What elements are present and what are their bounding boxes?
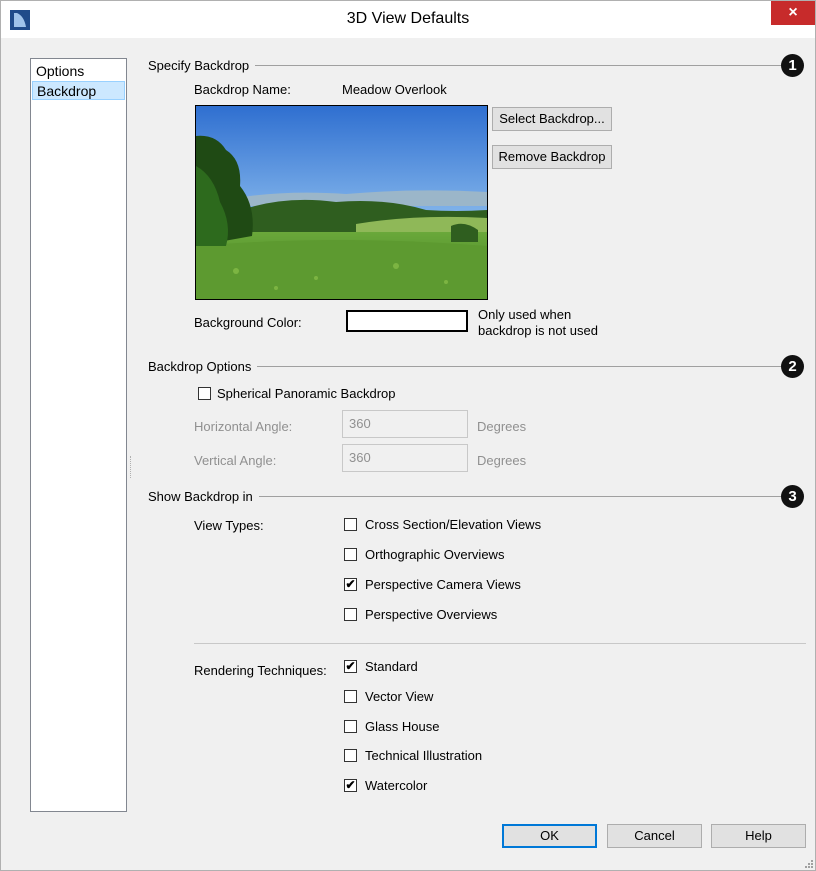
rendering-label: Watercolor	[365, 778, 428, 793]
view-type-checkbox-orthographic[interactable]	[344, 548, 357, 561]
rendering-techniques-label: Rendering Techniques:	[194, 663, 327, 678]
check-mark-icon: ✔	[345, 659, 356, 673]
check-mark-icon: ✔	[345, 778, 356, 792]
horizontal-angle-unit: Degrees	[477, 419, 527, 434]
backdrop-name-label: Backdrop Name:	[194, 82, 291, 97]
dialog-window: 3D View Defaults × Options Backdrop Spec…	[0, 0, 816, 871]
help-button[interactable]: Help	[711, 824, 806, 848]
rendering-checkbox-technical-illustration[interactable]	[344, 749, 357, 762]
rendering-checkbox-vector-view[interactable]	[344, 690, 357, 703]
horizontal-angle-label: Horizontal Angle:	[194, 419, 293, 434]
callout-badge-1: 1	[781, 54, 804, 77]
rendering-label: Glass House	[365, 719, 440, 734]
remove-backdrop-button[interactable]: Remove Backdrop	[492, 145, 612, 169]
category-list[interactable]: Options Backdrop	[30, 58, 127, 812]
close-button[interactable]: ×	[771, 1, 815, 25]
sidebar-item-backdrop[interactable]: Backdrop	[32, 81, 125, 100]
background-note-line-1: Only used when	[478, 307, 572, 322]
view-type-label: Orthographic Overviews	[365, 547, 505, 562]
view-type-label: Cross Section/Elevation Views	[365, 517, 542, 532]
background-color-swatch[interactable]	[346, 310, 468, 332]
callout-badge-3: 3	[781, 485, 804, 508]
vertical-angle-input[interactable]: 360	[342, 444, 468, 472]
vertical-angle-label: Vertical Angle:	[194, 453, 277, 468]
ok-button[interactable]: OK	[502, 824, 597, 848]
background-note-line-2: backdrop is not used	[478, 323, 598, 338]
rendering-label: Standard	[365, 659, 418, 674]
view-type-label: Perspective Overviews	[365, 607, 498, 622]
rendering-label: Technical Illustration	[365, 748, 483, 763]
section-title-backdrop-options: Backdrop Options	[148, 359, 258, 374]
sidebar-item-options[interactable]: Options	[32, 62, 125, 81]
view-type-label: Perspective Camera Views	[365, 577, 521, 592]
spherical-panoramic-checkbox[interactable]	[198, 387, 211, 400]
view-type-checkbox-perspective-overviews[interactable]	[344, 608, 357, 621]
check-mark-icon: ✔	[345, 577, 356, 591]
background-color-label: Background Color:	[194, 315, 302, 330]
view-types-label: View Types:	[194, 518, 264, 533]
spherical-panoramic-label: Spherical Panoramic Backdrop	[217, 386, 396, 401]
horizontal-angle-input[interactable]: 360	[342, 410, 468, 438]
section-title-specify-backdrop: Specify Backdrop	[148, 58, 256, 73]
rendering-checkbox-watercolor[interactable]: ✔	[344, 779, 357, 792]
title-bar: 3D View Defaults ×	[1, 1, 815, 38]
callout-badge-2: 2	[781, 355, 804, 378]
vertical-angle-unit: Degrees	[477, 453, 527, 468]
splitter-grip[interactable]	[130, 456, 133, 478]
view-type-checkbox-cross-section[interactable]	[344, 518, 357, 531]
resize-grip-icon[interactable]	[803, 858, 813, 868]
rendering-checkbox-standard[interactable]: ✔	[344, 660, 357, 673]
backdrop-name-value: Meadow Overlook	[342, 82, 447, 97]
view-type-checkbox-perspective-camera[interactable]: ✔	[344, 578, 357, 591]
cancel-button[interactable]: Cancel	[607, 824, 702, 848]
group-separator	[194, 643, 806, 644]
backdrop-preview-image	[195, 105, 488, 300]
section-title-show-backdrop: Show Backdrop in	[148, 489, 259, 504]
rendering-label: Vector View	[365, 689, 434, 704]
window-title: 3D View Defaults	[346, 10, 470, 27]
select-backdrop-button[interactable]: Select Backdrop...	[492, 107, 612, 131]
rendering-checkbox-glass-house[interactable]	[344, 720, 357, 733]
close-icon: ×	[788, 4, 798, 21]
meadow-landscape-image	[196, 106, 487, 299]
